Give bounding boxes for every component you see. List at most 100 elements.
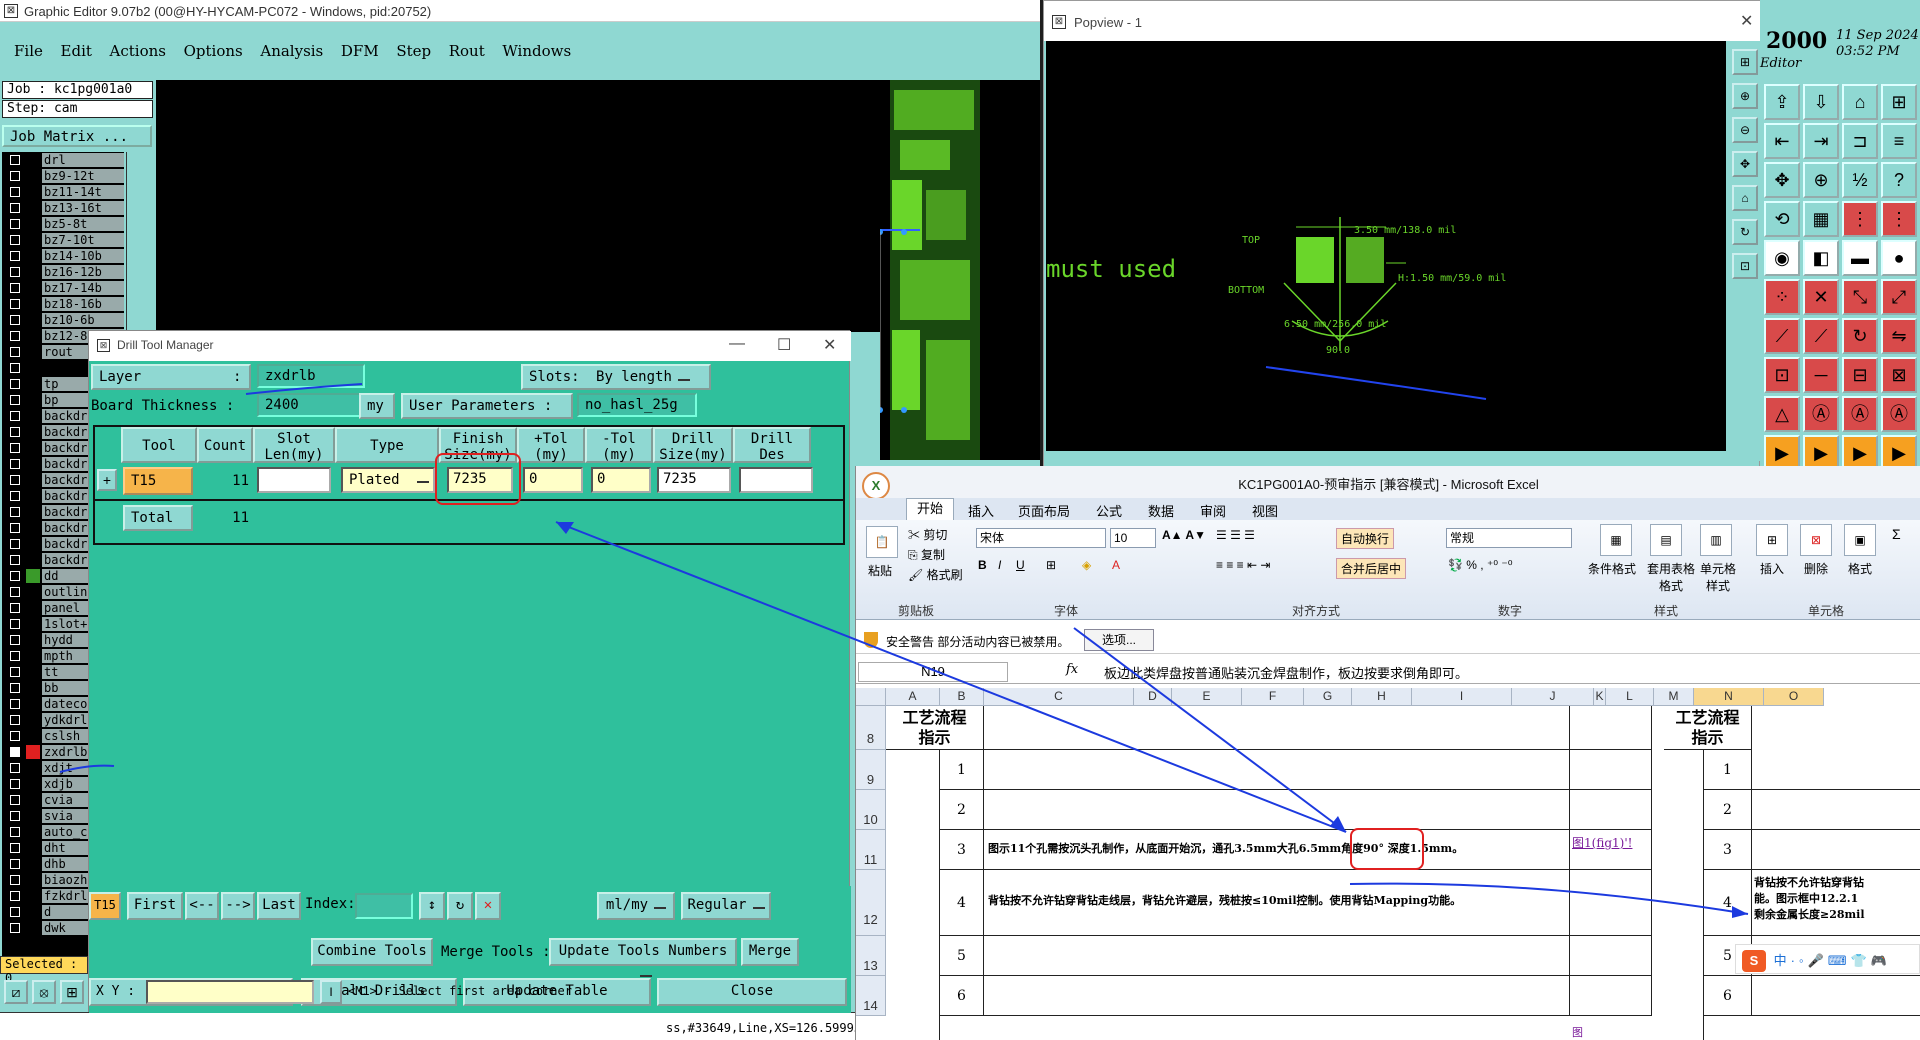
minus-tol-input[interactable]: 0 [591,467,651,493]
palette-tool-icon[interactable]: ⊟ [1842,357,1878,393]
layer-row[interactable]: bz7-10t [2,232,124,248]
layer-checkbox[interactable] [10,587,20,597]
item-number-cell[interactable]: 1 [940,750,984,790]
layer-checkbox[interactable] [10,539,20,549]
palette-tool-icon[interactable]: ✕ [1803,279,1839,315]
layer-checkbox[interactable] [10,907,20,917]
palette-tool-icon[interactable]: ◉ [1764,240,1800,276]
menu-analysis[interactable]: Analysis [260,42,323,60]
column-header[interactable]: M [1654,688,1694,706]
job-matrix-button[interactable]: Job Matrix ... [2,125,152,147]
layer-scrollbar[interactable] [126,152,154,330]
user-params-field[interactable]: no_hasl_25g [577,393,697,417]
zoom-icon[interactable]: ⧄ [4,980,28,1004]
column-header[interactable]: J [1512,688,1594,706]
palette-tool-icon[interactable]: ● [1881,240,1917,276]
item-number-cell-right[interactable]: 3 [1704,830,1752,870]
xy-input[interactable] [146,980,314,1004]
item-number-cell[interactable]: 3 [940,830,984,870]
row-header[interactable]: 9 [856,750,886,790]
plus-tol-input[interactable]: 0 [523,467,583,493]
column-header[interactable]: F [1242,688,1304,706]
empty-cell[interactable] [984,706,1570,750]
column-header[interactable]: G [1304,688,1352,706]
layer-checkbox[interactable] [10,603,20,613]
layer-checkbox[interactable] [10,491,20,501]
layer-checkbox[interactable] [10,827,20,837]
tab-page-layout[interactable]: 页面布局 [1018,501,1070,520]
font-size-select[interactable]: 10 [1110,528,1156,548]
menu-edit[interactable]: Edit [61,42,92,60]
palette-tool-icon[interactable]: ⇪ [1764,84,1800,120]
content-cell-right[interactable] [1752,750,1920,790]
layer-row[interactable]: bz10-6b [2,312,124,328]
zoom-in-icon[interactable]: ⊕ [1732,83,1758,109]
format-cells-icon[interactable]: ▣ [1844,524,1876,556]
column-header[interactable]: O [1764,688,1824,706]
layer-checkbox[interactable] [10,299,20,309]
insert-cells-icon[interactable]: ⊞ [1756,524,1788,556]
empty-cell[interactable] [1570,706,1652,750]
content-cell-right[interactable] [1752,790,1920,830]
layer-row[interactable]: bz14-10b [2,248,124,264]
layer-checkbox[interactable] [10,843,20,853]
grid-icon[interactable]: ⊞ [60,980,84,1004]
column-header[interactable]: A [886,688,940,706]
combine-tools-button[interactable]: Combine Tools [311,938,433,966]
palette-tool-icon[interactable]: ⤡ [1842,279,1878,315]
paste-icon[interactable]: 📋 [866,526,898,558]
measure-icon[interactable]: ⦻ [32,980,56,1004]
row-header[interactable]: 13 [856,936,886,976]
font-grow-shrink-icon[interactable]: A▲ A▼ [1162,528,1206,542]
layer-value-field[interactable]: zxdrlb [257,364,365,388]
palette-tool-icon[interactable]: ⇥ [1803,123,1839,159]
tab-review[interactable]: 审阅 [1200,501,1226,520]
layer-checkbox[interactable] [10,267,20,277]
palette-tool-icon[interactable]: ? [1881,162,1917,198]
palette-tool-icon[interactable]: ⊞ [1881,84,1917,120]
palette-tool-icon[interactable]: △ [1764,396,1800,432]
horizontal-align-icons[interactable]: ≡ ≡ ≡ ⇤ ⇥ [1216,558,1270,572]
layer-checkbox[interactable] [10,571,20,581]
layer-checkbox[interactable] [10,891,20,901]
close-icon[interactable]: ✕ [1740,11,1753,31]
menu-windows[interactable]: Windows [502,42,571,60]
column-header[interactable]: K [1594,688,1606,706]
layer-checkbox[interactable] [10,331,20,341]
minimize-icon[interactable]: — [729,335,745,353]
layer-checkbox[interactable] [10,427,20,437]
fit-icon[interactable]: ⊞ [1732,49,1758,75]
layer-row[interactable]: bz13-16t [2,200,124,216]
column-header[interactable]: B [940,688,984,706]
palette-tool-icon[interactable]: ½ [1842,162,1878,198]
cell-style-icon[interactable]: ▥ [1700,524,1732,556]
layer-row[interactable]: bz9-12t [2,168,124,184]
zoom-out-icon[interactable]: ⊖ [1732,117,1758,143]
content-cell-right[interactable] [1752,976,1920,1016]
palette-tool-icon[interactable]: Ⓐ [1803,396,1839,432]
layer-checkbox[interactable] [10,315,20,325]
layer-checkbox[interactable] [10,251,20,261]
link-cell[interactable] [1570,936,1652,976]
row-header[interactable]: 12 [856,870,886,936]
font-name-select[interactable]: 宋体 [976,528,1106,548]
content-cell[interactable] [984,750,1570,790]
palette-tool-icon[interactable]: ⟋ [1803,318,1839,354]
palette-tool-icon[interactable]: ⊡ [1764,357,1800,393]
link-cell[interactable] [1570,750,1652,790]
palette-tool-icon[interactable]: ⋮ [1842,201,1878,237]
palette-tool-icon[interactable]: ≡ [1881,123,1917,159]
palette-tool-icon[interactable]: Ⓐ [1881,396,1917,432]
tab-formulas[interactable]: 公式 [1096,501,1122,520]
process-note-right-2[interactable]: 能。图示框中12.2.1 [1754,890,1920,906]
menu-rout[interactable]: Rout [449,42,485,60]
layer-checkbox[interactable] [10,811,20,821]
layer-checkbox[interactable] [10,219,20,229]
ime-icons[interactable]: 中·◦🎤⌨👕🎮 [1774,953,1891,968]
layer-checkbox[interactable] [10,859,20,869]
palette-tool-icon[interactable]: ⤢ [1881,279,1917,315]
type-select[interactable]: Plated [341,467,435,493]
column-header[interactable]: D [1134,688,1172,706]
row-header[interactable]: 8 [856,706,886,750]
layer-checkbox[interactable] [10,635,20,645]
